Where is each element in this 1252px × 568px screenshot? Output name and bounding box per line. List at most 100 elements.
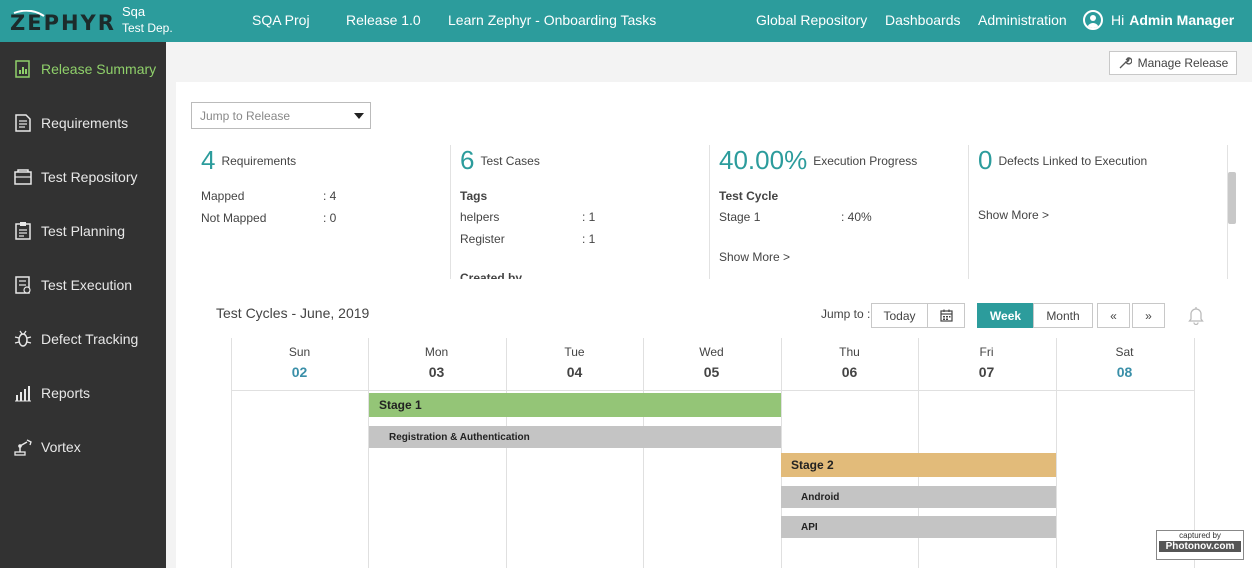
test-repository-icon: [14, 169, 32, 185]
svg-text:ZEPHYR: ZEPHYR: [10, 11, 116, 34]
user-avatar-icon: [1083, 10, 1103, 30]
top-bar: ZEPHYR Sqa Test Dep. SQA Proj Release 1.…: [0, 0, 1252, 42]
day-name: Tue: [564, 345, 585, 359]
week-view-button[interactable]: Week: [977, 303, 1034, 328]
jump-to-release-placeholder: Jump to Release: [200, 108, 291, 123]
cycle-event-stage1[interactable]: Stage 1: [369, 393, 781, 417]
bug-icon: [14, 330, 32, 347]
tag-name: Register: [460, 232, 505, 246]
cycle-name: Stage 1: [719, 210, 761, 224]
sidebar-item-requirements[interactable]: Requirements: [0, 96, 166, 150]
day-number[interactable]: 05: [643, 364, 780, 380]
tags-heading: Tags: [460, 189, 488, 203]
today-button[interactable]: Today: [871, 303, 928, 328]
requirements-label: Requirements: [221, 153, 297, 168]
tag-value: : 1: [582, 232, 596, 246]
sidebar-item-label: Defect Tracking: [41, 331, 139, 347]
tag-name: helpers: [460, 210, 500, 224]
sidebar-item-defect-tracking[interactable]: Defect Tracking: [0, 312, 166, 366]
nav-project[interactable]: SQA Proj: [252, 12, 310, 28]
nav-administration[interactable]: Administration: [978, 12, 1067, 28]
sidebar-item-label: Requirements: [41, 115, 129, 131]
phase-event-registration[interactable]: Registration & Authentication: [369, 426, 781, 448]
requirements-count: 4: [201, 145, 216, 175]
day-number[interactable]: 08: [1056, 364, 1193, 380]
department-name: Test Dep.: [122, 21, 173, 35]
user-name: Admin Manager: [1129, 12, 1235, 28]
sidebar-item-release-summary[interactable]: Release Summary: [0, 42, 166, 96]
calendar-header-divider: [231, 390, 1195, 391]
nav-global-repository[interactable]: Global Repository: [756, 12, 867, 28]
divider: [968, 145, 969, 279]
testcases-count: 6: [460, 145, 475, 175]
project-info[interactable]: Sqa Test Dep.: [122, 3, 173, 37]
release-summary-icon: [15, 60, 30, 78]
sidebar: Release Summary Requirements Test Reposi…: [0, 42, 166, 568]
created-by-heading: Created by: [460, 271, 523, 279]
sidebar-item-label: Release Summary: [41, 61, 157, 77]
manage-release-label: Manage Release: [1137, 56, 1229, 70]
day-name: Sat: [1115, 345, 1134, 359]
wrench-icon: [1119, 57, 1132, 69]
sidebar-item-label: Test Execution: [41, 277, 133, 293]
test-cycle-heading: Test Cycle: [719, 189, 779, 203]
defects-summary: 0 Defects Linked to Execution Show More >: [978, 145, 1218, 279]
defects-count: 0: [978, 145, 993, 175]
bell-icon: [1188, 307, 1204, 326]
phase-event-android[interactable]: Android: [781, 486, 1056, 508]
execution-summary: 40.00% Execution Progress Test Cycle Stag…: [719, 145, 959, 279]
day-number[interactable]: 06: [781, 364, 918, 380]
jump-to-release-select[interactable]: Jump to Release: [191, 102, 371, 129]
zephyr-logo[interactable]: ZEPHYR: [10, 8, 122, 36]
sidebar-item-vortex[interactable]: Vortex: [0, 420, 166, 474]
day-name: Mon: [424, 345, 449, 359]
sidebar-item-label: Reports: [41, 385, 91, 401]
mapped-label: Mapped: [201, 189, 245, 203]
previous-button[interactable]: «: [1097, 303, 1130, 328]
nav-release[interactable]: Release 1.0: [346, 12, 421, 28]
test-execution-icon: [15, 276, 31, 294]
phase-event-api[interactable]: API: [781, 516, 1056, 538]
sidebar-item-label: Test Repository: [41, 169, 138, 185]
testcases-summary: 6 Test Cases Tags helpers : 1 Register : …: [460, 145, 700, 279]
sidebar-item-reports[interactable]: Reports: [0, 366, 166, 420]
notification-bell[interactable]: [1187, 305, 1205, 330]
nav-onboarding[interactable]: Learn Zephyr - Onboarding Tasks: [448, 12, 656, 28]
show-more-link[interactable]: Show More >: [978, 208, 1049, 222]
jump-to-label: Jump to :: [821, 307, 871, 321]
day-name: Thu: [839, 345, 860, 359]
show-more-link[interactable]: Show More >: [719, 250, 790, 264]
month-view-button[interactable]: Month: [1033, 303, 1093, 328]
cycle-event-stage2[interactable]: Stage 2: [781, 453, 1056, 477]
sidebar-item-test-repository[interactable]: Test Repository: [0, 150, 166, 204]
sidebar-item-label: Test Planning: [41, 223, 126, 239]
requirements-icon: [15, 114, 31, 132]
divider: [709, 145, 710, 279]
execution-percent: 40.00%: [719, 145, 808, 175]
sidebar-item-test-execution[interactable]: Test Execution: [0, 258, 166, 312]
day-number[interactable]: 02: [231, 364, 368, 380]
day-number[interactable]: 04: [506, 364, 643, 380]
day-number[interactable]: 07: [918, 364, 1055, 380]
calendar-title: Test Cycles - June, 2019: [216, 305, 370, 321]
user-menu[interactable]: Hi Admin Manager: [1083, 10, 1234, 30]
watermark-caption: captured by: [1179, 531, 1221, 540]
calendar-icon: [939, 309, 953, 322]
sidebar-item-test-planning[interactable]: Test Planning: [0, 204, 166, 258]
zephyr-logo-mark: ZEPHYR: [10, 10, 116, 34]
requirements-summary: 4 Requirements Mapped : 4 Not Mapped : 0: [201, 145, 441, 279]
day-name: Sun: [288, 345, 311, 359]
date-picker-button[interactable]: [927, 303, 965, 328]
manage-release-button[interactable]: Manage Release: [1109, 51, 1237, 75]
bar-chart-icon: [15, 386, 31, 402]
dropdown-arrow-icon: [354, 113, 364, 119]
testcases-label: Test Cases: [480, 153, 540, 168]
scrollbar-thumb[interactable]: [1228, 172, 1236, 224]
next-button[interactable]: »: [1132, 303, 1165, 328]
robot-arm-icon: [14, 439, 32, 456]
tag-value: : 1: [582, 210, 596, 224]
day-number[interactable]: 03: [368, 364, 505, 380]
nav-dashboards[interactable]: Dashboards: [885, 12, 961, 28]
watermark-brand: Photonov.com: [1159, 541, 1241, 552]
test-planning-icon: [15, 222, 31, 240]
